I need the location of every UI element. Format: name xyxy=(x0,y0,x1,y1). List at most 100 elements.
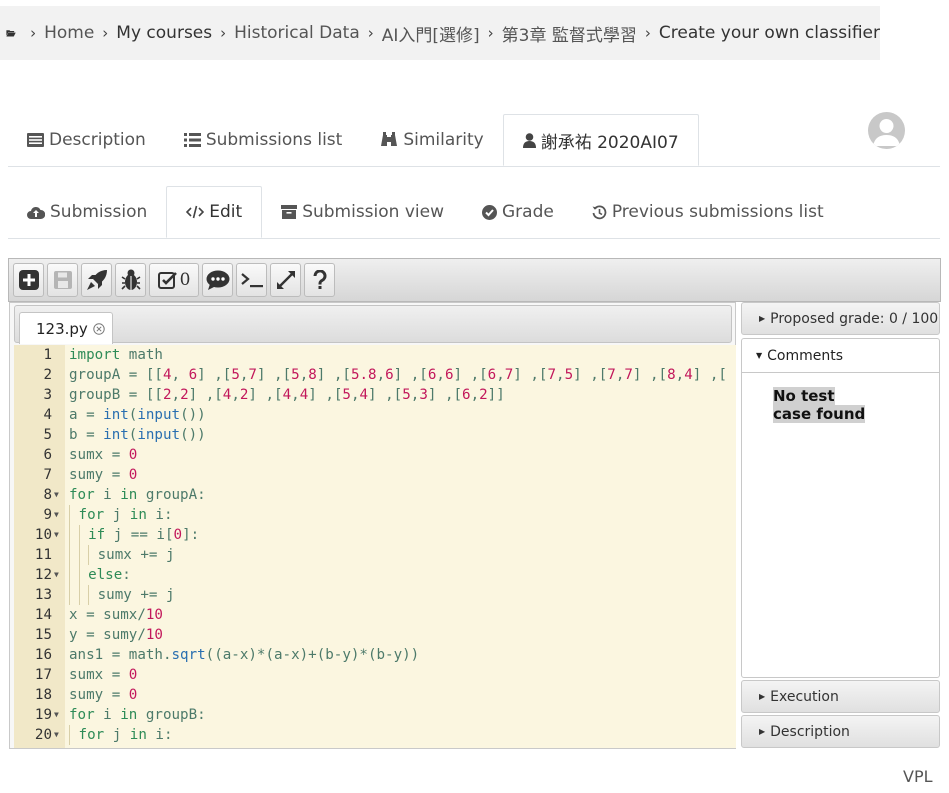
tab-grade[interactable]: Grade xyxy=(463,186,573,238)
archive-icon xyxy=(281,205,298,219)
code-text: else: xyxy=(69,565,131,585)
tab-similarity[interactable]: Similarity xyxy=(361,114,502,166)
code-line[interactable]: 13 sumy += j xyxy=(14,585,736,605)
tab-edit[interactable]: Edit xyxy=(166,186,263,238)
binoculars-icon xyxy=(381,132,398,146)
sub-tabs: Submission Edit Submission view Grade Pr… xyxy=(8,186,940,239)
code-text: sumy += j xyxy=(69,585,175,605)
save-button[interactable] xyxy=(47,263,78,297)
breadcrumb-home[interactable]: Home xyxy=(44,23,94,43)
breadcrumb-activity[interactable]: Create your own classifier xyxy=(659,23,880,43)
code-line[interactable]: 14 x = sumx/10 xyxy=(14,605,736,625)
tab-description[interactable]: Description xyxy=(8,114,165,166)
code-line[interactable]: 2 groupA = [[4, 6] ,[5,7] ,[5,8] ,[5.8,6]… xyxy=(14,365,736,385)
code-line[interactable]: 16 ans1 = math.sqrt((a-x)*(a-x)+(b-y)*(b-… xyxy=(14,645,736,665)
description-toggle[interactable]: ▶ Description xyxy=(741,715,940,748)
comments-toggle[interactable]: ▼ Comments xyxy=(742,339,939,373)
line-number: 6 xyxy=(43,447,52,463)
code-text: if j == i[0]: xyxy=(69,525,199,545)
tab-user-label: 謝承祐 2020AI07 xyxy=(540,132,679,153)
code-line[interactable]: 10 ▼ if j == i[0]: xyxy=(14,525,736,545)
line-number: 20 xyxy=(34,727,52,743)
code-text: groupA = [[4, 6] ,[5,7] ,[5,8] ,[5.8,6] … xyxy=(69,367,727,383)
file-tab-active[interactable]: 123.py xyxy=(19,312,113,344)
description-panel-label: Description xyxy=(770,723,850,740)
history-icon xyxy=(592,204,607,219)
vpl-footer: VPL xyxy=(903,767,933,786)
code-line[interactable]: 8 ▼ for i in groupA: xyxy=(14,485,736,505)
fold-arrow-icon[interactable]: ▼ xyxy=(54,705,59,725)
run-button[interactable] xyxy=(81,263,112,297)
tab-submission-view-label: Submission view xyxy=(302,202,444,222)
code-line[interactable]: 9 ▼ for j in i: xyxy=(14,505,736,525)
comments-label: Comments xyxy=(767,347,844,364)
tab-user[interactable]: 謝承祐 2020AI07 xyxy=(502,114,699,166)
proposed-grade-toggle[interactable]: ▶ Proposed grade: 0 / 100 xyxy=(741,302,940,335)
code-line[interactable]: 19 ▼ for i in groupB: xyxy=(14,705,736,725)
tab-submission[interactable]: Submission xyxy=(8,186,166,238)
code-line[interactable]: 18 sumy = 0 xyxy=(14,685,736,705)
fullscreen-button[interactable] xyxy=(270,263,301,297)
line-number: 7 xyxy=(43,467,52,483)
code-icon xyxy=(186,205,205,219)
code-editor[interactable]: 1 import math 2 groupA = [[4, 6] ,[5,7] ,[5… xyxy=(14,345,736,748)
code-line[interactable]: 5 b = int(input()) xyxy=(14,425,736,445)
execution-toggle[interactable]: ▶ Execution xyxy=(741,680,940,713)
editor-panel: 123.py 1 import math 2 groupA = [[4, 6] ,[5… xyxy=(9,302,736,749)
code-line[interactable]: 12 ▼ else: xyxy=(14,565,736,585)
code-line[interactable]: 11 sumx += j xyxy=(14,545,736,565)
main-tabs: Description Submissions list Similarity … xyxy=(8,114,940,167)
line-number: 19 xyxy=(34,707,52,723)
comments-panel: ▼ Comments No test case found xyxy=(741,338,940,678)
tab-previous-submissions[interactable]: Previous submissions list xyxy=(573,186,843,238)
code-line[interactable]: 15 y = sumy/10 xyxy=(14,625,736,645)
code-line[interactable]: 1 import math xyxy=(14,345,736,365)
line-number: 10 xyxy=(34,527,52,543)
code-line[interactable]: 3 groupB = [[2,2] ,[4,2] ,[4,4] ,[5,4] ,[… xyxy=(14,385,736,405)
list-alt-icon xyxy=(27,133,44,147)
code-line[interactable]: 20 ▼ for j in i: xyxy=(14,725,736,745)
triangle-right-icon: ▶ xyxy=(759,692,766,701)
console-button[interactable] xyxy=(236,263,267,297)
breadcrumb-course[interactable]: AI入門[選修] xyxy=(382,21,480,46)
close-icon[interactable] xyxy=(93,322,105,335)
fold-arrow-icon[interactable]: ▼ xyxy=(54,485,59,505)
tab-similarity-label: Similarity xyxy=(403,130,484,150)
editor-toolbar: 0 xyxy=(8,258,941,302)
code-line[interactable]: 17 sumx = 0 xyxy=(14,665,736,685)
tab-description-label: Description xyxy=(49,130,146,150)
no-test-case-message: No test case found xyxy=(773,387,866,423)
avatar[interactable] xyxy=(868,112,905,149)
chevron-right-icon: › xyxy=(367,24,374,42)
help-button[interactable] xyxy=(304,263,335,297)
code-line[interactable]: 6 sumx = 0 xyxy=(14,445,736,465)
fold-arrow-icon[interactable]: ▼ xyxy=(54,505,59,525)
breadcrumb-chapter[interactable]: 第3章 監督式學習 xyxy=(502,21,637,46)
debug-button[interactable] xyxy=(115,263,146,297)
chevron-right-icon: › xyxy=(102,24,109,42)
tab-submission-view[interactable]: Submission view xyxy=(262,186,463,238)
evaluate-button[interactable]: 0 xyxy=(149,263,199,297)
line-number: 14 xyxy=(34,607,52,623)
fold-arrow-icon[interactable]: ▼ xyxy=(54,725,59,745)
tab-submissions-list-label: Submissions list xyxy=(205,130,343,150)
code-line[interactable]: 7 sumy = 0 xyxy=(14,465,736,485)
user-avatar-icon xyxy=(873,119,900,146)
comments-button[interactable] xyxy=(202,263,233,297)
fold-arrow-icon[interactable]: ▼ xyxy=(54,525,59,545)
breadcrumb-historical-data[interactable]: Historical Data xyxy=(234,23,360,43)
code-line[interactable]: 4 a = int(input()) xyxy=(14,405,736,425)
tab-edit-label: Edit xyxy=(209,202,243,222)
folder-open-icon xyxy=(6,30,16,37)
line-number: 18 xyxy=(34,687,52,703)
line-number: 9 xyxy=(43,507,52,523)
code-text: y = sumy/10 xyxy=(69,627,163,643)
new-file-button[interactable] xyxy=(13,263,44,297)
cloud-upload-icon xyxy=(27,206,45,219)
chevron-right-icon: › xyxy=(220,24,227,42)
line-number: 2 xyxy=(43,367,52,383)
tab-submissions-list[interactable]: Submissions list xyxy=(165,114,361,166)
line-number: 4 xyxy=(43,407,52,423)
breadcrumb-my-courses[interactable]: My courses xyxy=(116,23,212,43)
fold-arrow-icon[interactable]: ▼ xyxy=(54,565,59,585)
